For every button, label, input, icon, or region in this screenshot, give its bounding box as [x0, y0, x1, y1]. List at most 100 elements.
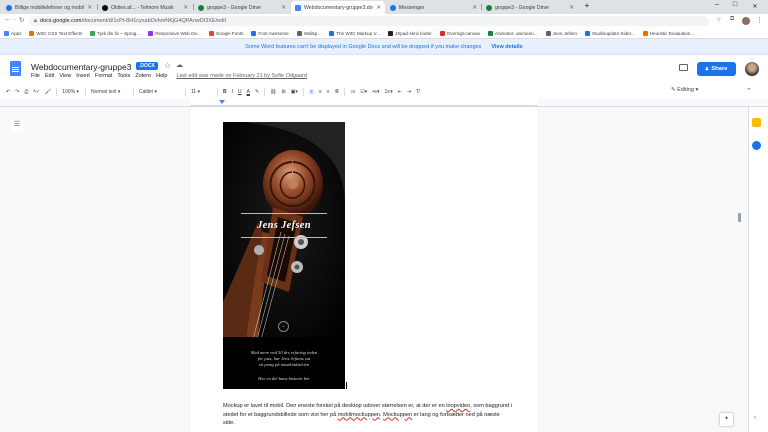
align-left-icon[interactable]: ≡	[308, 89, 314, 95]
justify-icon[interactable]: ≣	[335, 89, 339, 95]
indent-marker-icon[interactable]	[219, 100, 225, 104]
style-select[interactable]: Normal text ▾	[91, 89, 127, 95]
misspelled-word[interactable]: loopvideo	[446, 403, 470, 409]
insert-image-icon[interactable]: ▣▾	[291, 89, 298, 95]
comment-history-icon[interactable]	[679, 64, 688, 71]
browser-tab[interactable]: Oldies af... - Telmore Musik ✕	[98, 1, 192, 14]
line-spacing-icon[interactable]: ↕≡	[350, 89, 355, 95]
menu-tools[interactable]: Tools	[117, 73, 130, 79]
browser-tab[interactable]: Billige mobiltelefoner og mobila... ✕	[2, 1, 96, 14]
align-center-icon[interactable]: ≡	[319, 89, 322, 95]
font-size-select[interactable]: 11 ▾	[191, 89, 211, 95]
misspelled-word[interactable]: mobilmockuppen	[338, 412, 380, 418]
back-arrow-icon[interactable]: ←	[4, 16, 11, 23]
extensions-icon[interactable]: ⧉	[730, 16, 734, 23]
scroll-down-icon[interactable]: ⌄	[278, 321, 289, 332]
increase-indent-icon[interactable]: ⇥	[407, 89, 411, 95]
document-title[interactable]: Webdocumentary-gruppe3	[31, 62, 132, 72]
italic-button[interactable]: I	[232, 89, 233, 95]
cloud-status-icon[interactable]: ☁	[176, 61, 183, 69]
menu-insert[interactable]: Insert	[76, 73, 90, 79]
document-outline-icon[interactable]: ☰	[11, 119, 23, 131]
reload-icon[interactable]: ↻	[19, 16, 24, 24]
share-button[interactable]: 🔒︎ Share	[697, 62, 736, 76]
menu-edit[interactable]: Edit	[45, 73, 54, 79]
bookmark-star-icon[interactable]: ☆	[716, 16, 721, 23]
add-comment-icon[interactable]: ⊞	[282, 89, 286, 95]
keep-icon[interactable]	[752, 118, 761, 127]
undo-icon[interactable]: ↶	[6, 89, 10, 95]
close-tab-icon[interactable]: ✕	[569, 5, 574, 11]
misspelled-word[interactable]: Mockuppen	[383, 412, 412, 418]
close-tab-icon[interactable]: ✕	[472, 5, 477, 11]
browser-tab[interactable]: gruppe3 - Google Drive ✕	[194, 1, 290, 14]
body-paragraph[interactable]: Mockup er lavet til mobil. Den eneste fo…	[223, 402, 513, 428]
zoom-select[interactable]: 100% ▾	[62, 89, 79, 95]
bookmark-item[interactable]: Google Fonts	[208, 30, 243, 36]
bookmark-item[interactable]: Apps	[4, 30, 21, 36]
decrease-indent-icon[interactable]: ⇤	[398, 89, 402, 95]
font-select[interactable]: Calibri ▾	[139, 89, 179, 95]
explore-icon[interactable]: ✦	[720, 413, 733, 426]
bold-button[interactable]: B	[223, 89, 227, 95]
star-icon[interactable]: ☆	[164, 61, 171, 70]
last-edit-link[interactable]: Last edit was made on February 21 by Sof…	[176, 73, 307, 79]
align-right-icon[interactable]: ≡	[327, 89, 330, 95]
scrollbar-thumb[interactable]	[738, 213, 741, 222]
bookmark-item[interactable]: Wallsp...	[296, 30, 321, 36]
forward-arrow-icon[interactable]: →	[11, 16, 18, 23]
bookmark-item[interactable]: Animator- animerin...	[487, 30, 538, 36]
bookmark-item[interactable]: Responsive Web De...	[148, 30, 201, 36]
side-panel-toggle-icon[interactable]: ›	[754, 415, 756, 421]
mockup-caption-line: sit præg på musikindistrien	[258, 362, 310, 367]
link-icon[interactable]: ⛓	[270, 89, 276, 95]
bookmark-item[interactable]: Oversigt-canvas	[439, 30, 480, 36]
new-tab-button[interactable]: +	[580, 1, 594, 10]
menu-zotero[interactable]: Zotero	[135, 73, 151, 79]
minimize-button[interactable]: –	[710, 1, 724, 8]
profile-avatar[interactable]	[742, 17, 750, 25]
print-icon[interactable]: ⎙	[24, 89, 28, 95]
close-tab-icon[interactable]: ✕	[281, 5, 286, 11]
underline-button[interactable]: U	[238, 89, 242, 95]
numbered-list-icon[interactable]: 1≡▾	[385, 89, 393, 95]
clear-formatting-icon[interactable]: T̸	[416, 89, 419, 95]
menu-format[interactable]: Format	[95, 73, 112, 79]
bookmark-item[interactable]: Heuristic Evaluation...	[642, 30, 694, 36]
view-details-link[interactable]: View details	[491, 44, 522, 50]
menu-view[interactable]: View	[59, 73, 71, 79]
bookmark-item[interactable]: Tjek din liv – Sprog...	[90, 30, 140, 36]
url-input[interactable]: 🔒︎ docs.google.com/document/d/1cPt-8H1cy…	[29, 16, 709, 26]
redo-icon[interactable]: ↷	[15, 89, 19, 95]
collapse-menu-icon[interactable]: ⌃	[746, 87, 752, 95]
menu-help[interactable]: Help	[156, 73, 167, 79]
mobile-mockup-image[interactable]	[223, 122, 345, 389]
editing-mode-select[interactable]: ✎ Editing ▾	[671, 87, 698, 93]
browser-tab[interactable]: Messenger ✕	[386, 1, 481, 14]
paint-format-icon[interactable]: 🖌︎	[45, 89, 51, 95]
bookmark-item[interactable]: Jens Jefsen	[545, 30, 577, 36]
docs-logo-icon[interactable]	[10, 61, 21, 76]
bookmark-item[interactable]: W3C CSS Text Effects	[29, 30, 82, 36]
close-tab-icon[interactable]: ✕	[87, 5, 92, 11]
text-color-button[interactable]: A	[247, 89, 250, 95]
spellcheck-icon[interactable]: ᴬ✓	[33, 89, 39, 95]
tasks-icon[interactable]	[752, 141, 761, 150]
bookmark-item[interactable]: JSpad-skriv koder	[387, 30, 432, 36]
browser-tab[interactable]: gruppe3 - Google Drive ✕	[482, 1, 578, 14]
bookmark-item[interactable]: The W3C Markup V...	[329, 30, 380, 36]
bookmark-item[interactable]: Font Awesome	[251, 30, 289, 36]
ruler[interactable]	[190, 99, 538, 106]
maximize-button[interactable]: □	[728, 1, 742, 8]
close-window-button[interactable]: ✕	[748, 3, 762, 10]
browser-tab-active[interactable]: Webdocumentary-gruppe3.docx ✕	[291, 1, 385, 14]
bulleted-list-icon[interactable]: •≡▾	[372, 89, 379, 95]
highlight-icon[interactable]: ✎	[255, 89, 259, 95]
close-tab-icon[interactable]: ✕	[376, 5, 381, 11]
close-tab-icon[interactable]: ✕	[183, 5, 188, 11]
menu-file[interactable]: File	[31, 73, 40, 79]
bookmark-item[interactable]: Studieupdate Sider...	[585, 30, 635, 36]
browser-menu-icon[interactable]: ⋮	[756, 16, 763, 24]
account-avatar[interactable]	[745, 62, 759, 76]
checklist-icon[interactable]: ☑▾	[360, 89, 367, 95]
